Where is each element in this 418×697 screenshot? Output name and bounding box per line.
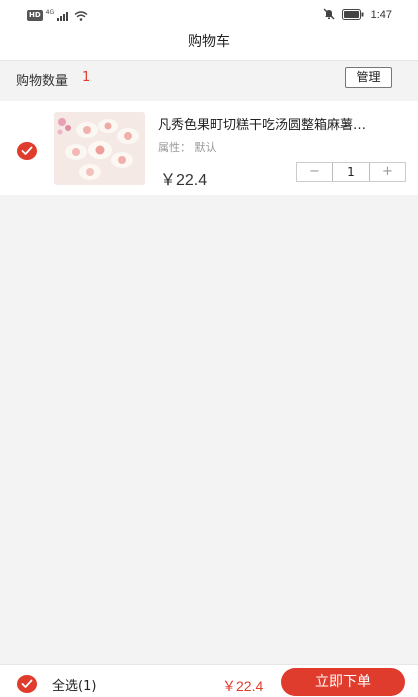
check-icon [21, 146, 33, 155]
checkout-bar: 全选(1) ￥22.4 立即下单 [0, 664, 418, 697]
product-name[interactable]: 凡秀色果町切糕干吃汤圆整箱麻薯… [158, 114, 398, 133]
clock: 1:47 [370, 8, 392, 21]
cart-count: 1 [82, 70, 91, 85]
total-price: ￥22.4 [222, 678, 264, 694]
battery-icon [341, 5, 364, 24]
place-order-button[interactable]: 立即下单 [281, 668, 405, 696]
title-bar: 购物车 [0, 24, 418, 60]
quantity-input[interactable]: 1 [332, 163, 370, 181]
mute-icon [323, 5, 335, 24]
wifi-icon [74, 6, 88, 25]
product-image[interactable] [54, 112, 145, 185]
hd-badge: HD [27, 10, 43, 21]
cart-summary-bar: 购物数量 1 管理 [0, 60, 418, 95]
status-left: HD 4G [27, 6, 88, 25]
page-title: 购物车 [188, 34, 230, 50]
select-all-checkbox[interactable] [17, 675, 37, 693]
select-all-label[interactable]: 全选(1) [52, 675, 96, 694]
status-right: 1:47 [323, 5, 392, 24]
signal-icon [57, 6, 71, 25]
network-badge: 4G [45, 9, 55, 16]
cart-count-label: 购物数量 [16, 74, 69, 89]
increment-button[interactable]: + [370, 163, 405, 181]
item-checkbox[interactable] [17, 142, 37, 160]
quantity-stepper: − 1 + [296, 162, 406, 182]
product-attribute: 属性： 默认 [158, 141, 217, 154]
cart-item: 凡秀色果町切糕干吃汤圆整箱麻薯… 属性： 默认 ￥22.4 − 1 + [0, 101, 418, 195]
decrement-button[interactable]: − [297, 163, 332, 181]
manage-button[interactable]: 管理 [345, 67, 392, 88]
product-price: ￥22.4 [160, 172, 208, 189]
status-bar: HD 4G 1:47 [0, 0, 418, 24]
check-icon [21, 679, 33, 688]
